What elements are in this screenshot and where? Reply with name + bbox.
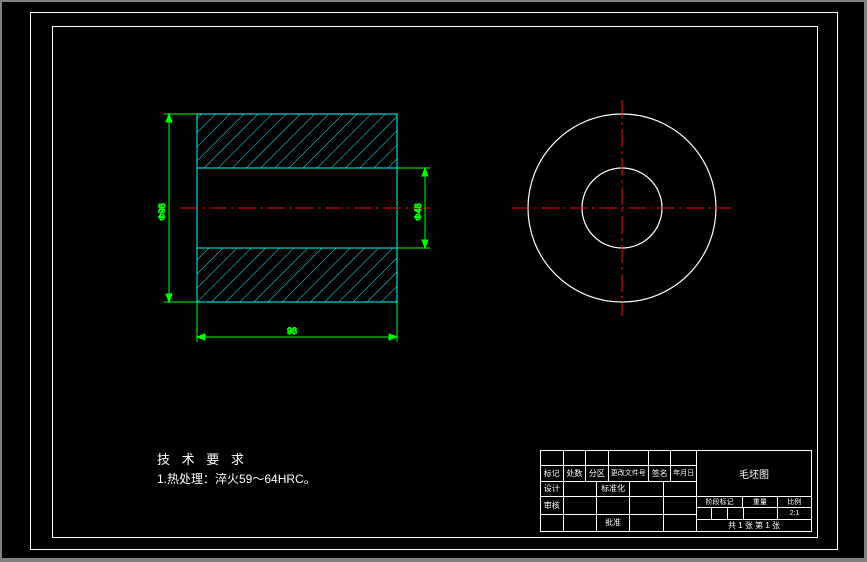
tb-scale-val: 2:1 [778, 508, 811, 518]
tb-r4c2: 批准 [597, 515, 630, 532]
tb-r1c5: 年月日 [671, 466, 696, 480]
end-view [512, 100, 732, 316]
section-view [180, 114, 432, 302]
tb-r1c4: 签名 [649, 466, 672, 480]
tech-req-block: 技 术 要 求 1.热处理：淬火59～64HRC。 [157, 450, 316, 488]
title-block: 标记 处数 分区 更改文件号 签名 年月日 设计 标准化 毛坯图 [540, 450, 812, 532]
dim-inner-dia: Φ48 [413, 203, 423, 220]
tb-drawing-name: 毛坯图 [697, 451, 811, 496]
tb-r1c2: 分区 [586, 466, 609, 480]
tb-rt-scale-lbl: 比例 [778, 497, 811, 507]
cad-viewport[interactable]: 98 Φ98 Φ48 技 术 要 求 1.热处理：淬火5 [2, 2, 864, 558]
tb-r2c0: 设计 [541, 482, 564, 496]
tb-r4c0 [541, 515, 564, 532]
tb-r1c1: 处数 [564, 466, 587, 480]
tb-rt-weight: 重量 [743, 497, 777, 507]
tb-r1c0: 标记 [541, 466, 564, 480]
tb-r0c4 [649, 451, 672, 465]
dim-length: 98 [287, 326, 297, 336]
tb-r3c0: 审核 [541, 497, 564, 514]
tech-req-line1: 1.热处理：淬火59～64HRC。 [157, 470, 316, 488]
tech-req-title: 技 术 要 求 [157, 450, 316, 470]
tb-r1c3: 更改文件号 [609, 466, 649, 480]
tb-r2c2: 标准化 [597, 482, 630, 496]
dim-outer-dia: Φ98 [157, 203, 167, 220]
tb-rt-mark: 阶段标记 [697, 497, 743, 507]
tb-sheet-count: 共 1 张 第 1 张 [697, 520, 811, 531]
